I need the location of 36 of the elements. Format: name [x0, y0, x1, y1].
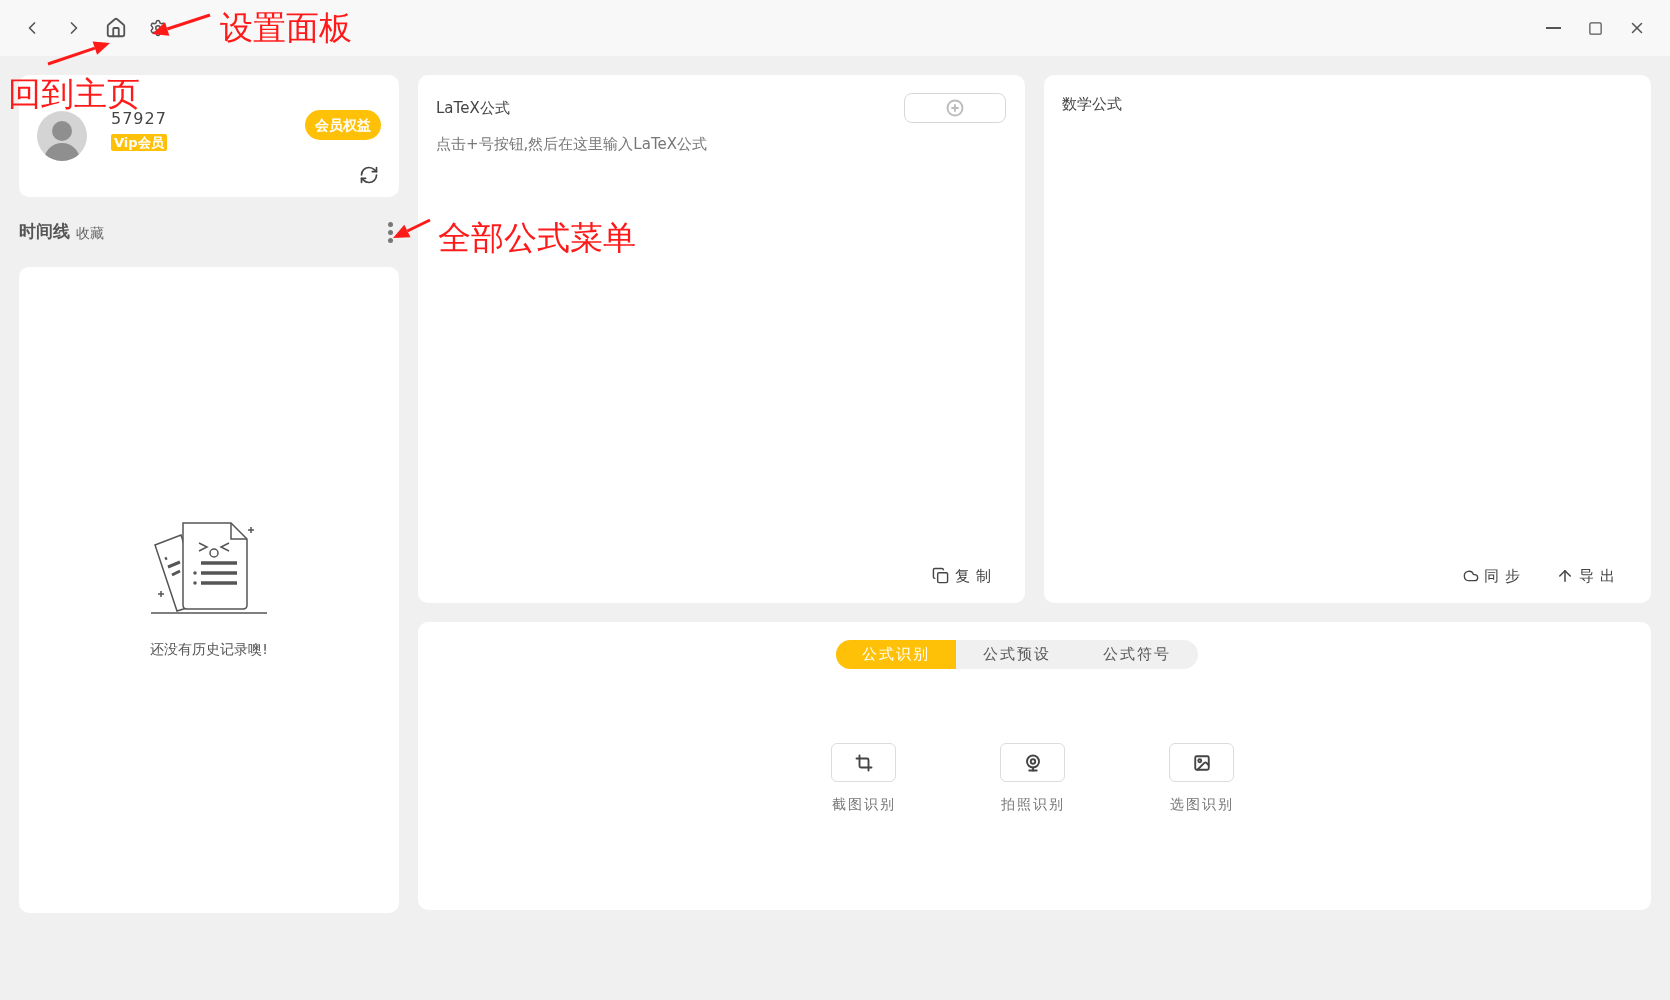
annotation-arrow [152, 13, 211, 36]
timeline-tab[interactable]: 时间线 [19, 219, 70, 245]
math-panel-title: 数学公式 [1062, 94, 1123, 115]
copy-button[interactable]: 复制 [932, 564, 997, 587]
mode-tab[interactable]: 公式符号 [1076, 640, 1198, 669]
panel-action-button[interactable]: 同步 [1463, 564, 1526, 587]
home-icon [105, 17, 127, 39]
recognition-action-label: 选图识别 [1169, 795, 1234, 814]
crop-icon [854, 753, 873, 772]
recognition-action-button[interactable] [1169, 743, 1234, 782]
webcam-icon [1023, 753, 1042, 772]
more-icon [388, 221, 393, 243]
recognition-action-label: 截图识别 [831, 795, 896, 814]
more-menu-button[interactable] [388, 221, 393, 243]
timeline-tab[interactable]: 收藏 [76, 222, 104, 244]
annotation-label: 设置面板 [220, 8, 352, 48]
avatar [37, 111, 87, 161]
maximize-icon [1587, 20, 1603, 36]
latex-panel-title: LaTeX公式 [436, 97, 510, 119]
refresh-icon [359, 165, 379, 185]
refresh-button[interactable] [359, 165, 379, 185]
plus-icon [946, 99, 964, 117]
annotation-arrow [393, 218, 431, 238]
minimize-icon [1545, 27, 1561, 29]
image-icon [1192, 753, 1211, 772]
copy-icon [932, 567, 949, 585]
annotation-arrow [47, 41, 110, 66]
recognition-action-label: 拍照识别 [1000, 795, 1065, 814]
empty-history-message: 还没有历史记录噢! [150, 640, 268, 659]
panel-action-button[interactable]: 导出 [1556, 564, 1621, 587]
recognition-action-button[interactable] [831, 743, 896, 782]
recognition-action-button[interactable] [1000, 743, 1065, 782]
settings-icon [149, 19, 167, 37]
vip-label: Vip会员 [111, 134, 167, 151]
mode-tab[interactable]: 公式预设 [956, 640, 1077, 669]
annotation-label: 全部公式菜单 [438, 218, 636, 258]
